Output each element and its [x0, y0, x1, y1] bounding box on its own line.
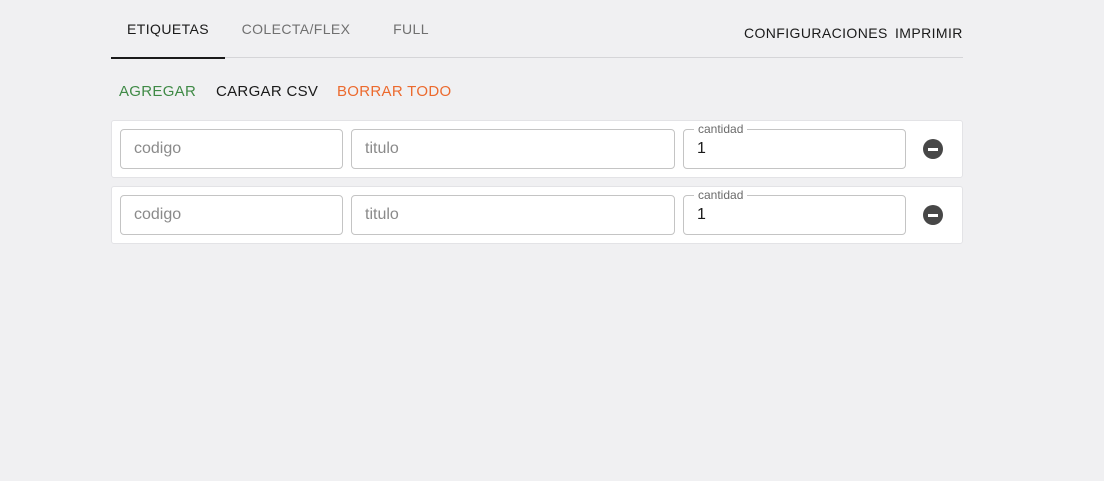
- titulo-field-wrapper: [351, 129, 675, 169]
- cantidad-field-wrapper: cantidad: [683, 122, 906, 169]
- agregar-button[interactable]: AGREGAR: [119, 83, 196, 100]
- cantidad-label: cantidad: [694, 122, 748, 136]
- borrar-todo-button[interactable]: BORRAR TODO: [337, 83, 451, 100]
- app-container: ETIQUETAS COLECTA/FLEX FULL CONFIGURACIO…: [111, 0, 963, 252]
- cargar-csv-button[interactable]: CARGAR CSV: [216, 83, 318, 100]
- tab-etiquetas[interactable]: ETIQUETAS: [111, 0, 225, 59]
- cantidad-field-wrapper: cantidad: [683, 188, 906, 235]
- imprimir-button[interactable]: IMPRIMIR: [895, 0, 963, 66]
- remove-circle-icon[interactable]: [923, 205, 943, 225]
- codigo-field-wrapper: [120, 129, 343, 169]
- tab-full[interactable]: FULL: [367, 0, 455, 58]
- titulo-input[interactable]: [352, 130, 674, 168]
- remove-circle-icon[interactable]: [923, 139, 943, 159]
- codigo-field-wrapper: [120, 195, 343, 235]
- configuraciones-button[interactable]: CONFIGURACIONES: [744, 0, 888, 66]
- label-rows: cantidad cantidad: [111, 120, 963, 244]
- label-row: cantidad: [111, 186, 963, 244]
- titulo-input[interactable]: [352, 196, 674, 234]
- codigo-input[interactable]: [121, 196, 342, 234]
- tab-bar: ETIQUETAS COLECTA/FLEX FULL CONFIGURACIO…: [111, 0, 963, 59]
- toolbar: AGREGAR CARGAR CSV BORRAR TODO: [111, 58, 963, 120]
- titulo-field-wrapper: [351, 195, 675, 235]
- cantidad-label: cantidad: [694, 188, 748, 202]
- tab-colecta-flex[interactable]: COLECTA/FLEX: [225, 0, 367, 58]
- label-row: cantidad: [111, 120, 963, 178]
- codigo-input[interactable]: [121, 130, 342, 168]
